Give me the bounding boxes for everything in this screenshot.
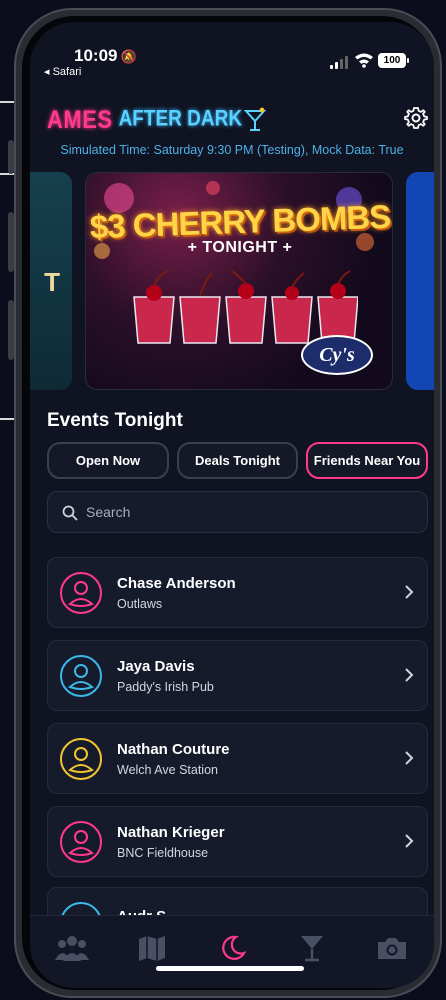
wifi-icon <box>355 53 373 68</box>
map-icon[interactable] <box>134 933 170 963</box>
friend-row[interactable]: Nathan Krieger BNC Fieldhouse <box>47 806 428 877</box>
status-time: 10:09 🔕 <box>74 46 137 65</box>
cys-brand-badge: Cy's <box>301 335 373 375</box>
gear-icon[interactable] <box>404 106 428 130</box>
stage: 10:09 🔕 ◂ Safari 100 AMES AFTER DARK Sim… <box>0 0 446 1000</box>
promo-subtitle: + TONIGHT + <box>187 239 293 256</box>
carousel-card-previous[interactable]: T <box>30 172 72 390</box>
friend-venue: Outlaws <box>117 597 163 611</box>
friend-venue: BNC Fieldhouse <box>117 846 209 860</box>
person-icon <box>60 738 102 780</box>
martini-icon <box>244 107 267 131</box>
simulated-time-notice: Simulated Time: Saturday 9:30 PM (Testin… <box>60 143 404 157</box>
friend-row[interactable]: Chase Anderson Outlaws <box>47 557 428 628</box>
chevron-right-icon <box>405 751 414 765</box>
search-icon <box>62 505 78 521</box>
friend-venue: Paddy's Irish Pub <box>117 680 214 694</box>
battery-indicator: 100 <box>378 53 409 68</box>
person-icon <box>60 821 102 863</box>
cellular-signal-icon <box>330 56 348 69</box>
filter-open-now[interactable]: Open Now <box>47 442 169 479</box>
filter-deals-tonight[interactable]: Deals Tonight <box>177 442 298 479</box>
app-logo: AMES AFTER DARK <box>47 105 267 134</box>
tab-bar <box>30 915 434 988</box>
friend-name: Jaya Davis <box>117 658 195 675</box>
people-icon[interactable] <box>54 933 90 963</box>
filter-friends-near-you[interactable]: Friends Near You <box>306 442 428 479</box>
friend-venue: Welch Ave Station <box>117 763 218 777</box>
promo-card-cherry-bombs[interactable]: $3 CHERRY BOMBS + TONIGHT + Cy's <box>85 172 393 390</box>
home-indicator[interactable] <box>156 966 304 971</box>
chevron-right-icon <box>405 585 414 599</box>
phone-side-button <box>8 212 14 272</box>
logo-ames-text: AMES <box>47 105 113 134</box>
carousel-card-previous-text: T <box>44 267 60 297</box>
search-input[interactable]: Search <box>47 491 428 533</box>
chevron-right-icon <box>405 834 414 848</box>
camera-icon[interactable] <box>374 933 410 963</box>
friend-name: Chase Anderson <box>117 575 236 592</box>
friend-row[interactable]: Nathan Couture Welch Ave Station <box>47 723 428 794</box>
phone-side-button <box>8 140 14 174</box>
app-screen: 10:09 🔕 ◂ Safari 100 AMES AFTER DARK Sim… <box>30 22 434 988</box>
bell-off-icon: 🔕 <box>120 49 137 64</box>
friend-name: Nathan Couture <box>117 741 230 758</box>
events-title: Events Tonight <box>47 410 183 431</box>
back-to-safari[interactable]: ◂ Safari <box>44 65 81 78</box>
chevron-right-icon <box>405 668 414 682</box>
carousel-card-next[interactable] <box>406 172 434 390</box>
cocktail-icon[interactable] <box>294 933 330 963</box>
phone-side-button <box>8 300 14 360</box>
person-icon <box>60 572 102 614</box>
friend-row[interactable]: Jaya Davis Paddy's Irish Pub <box>47 640 428 711</box>
logo-after-dark-text: AFTER DARK <box>118 107 243 132</box>
moon-icon[interactable] <box>214 933 250 963</box>
search-placeholder: Search <box>86 504 131 520</box>
friend-name: Nathan Krieger <box>117 824 225 841</box>
person-icon <box>60 655 102 697</box>
